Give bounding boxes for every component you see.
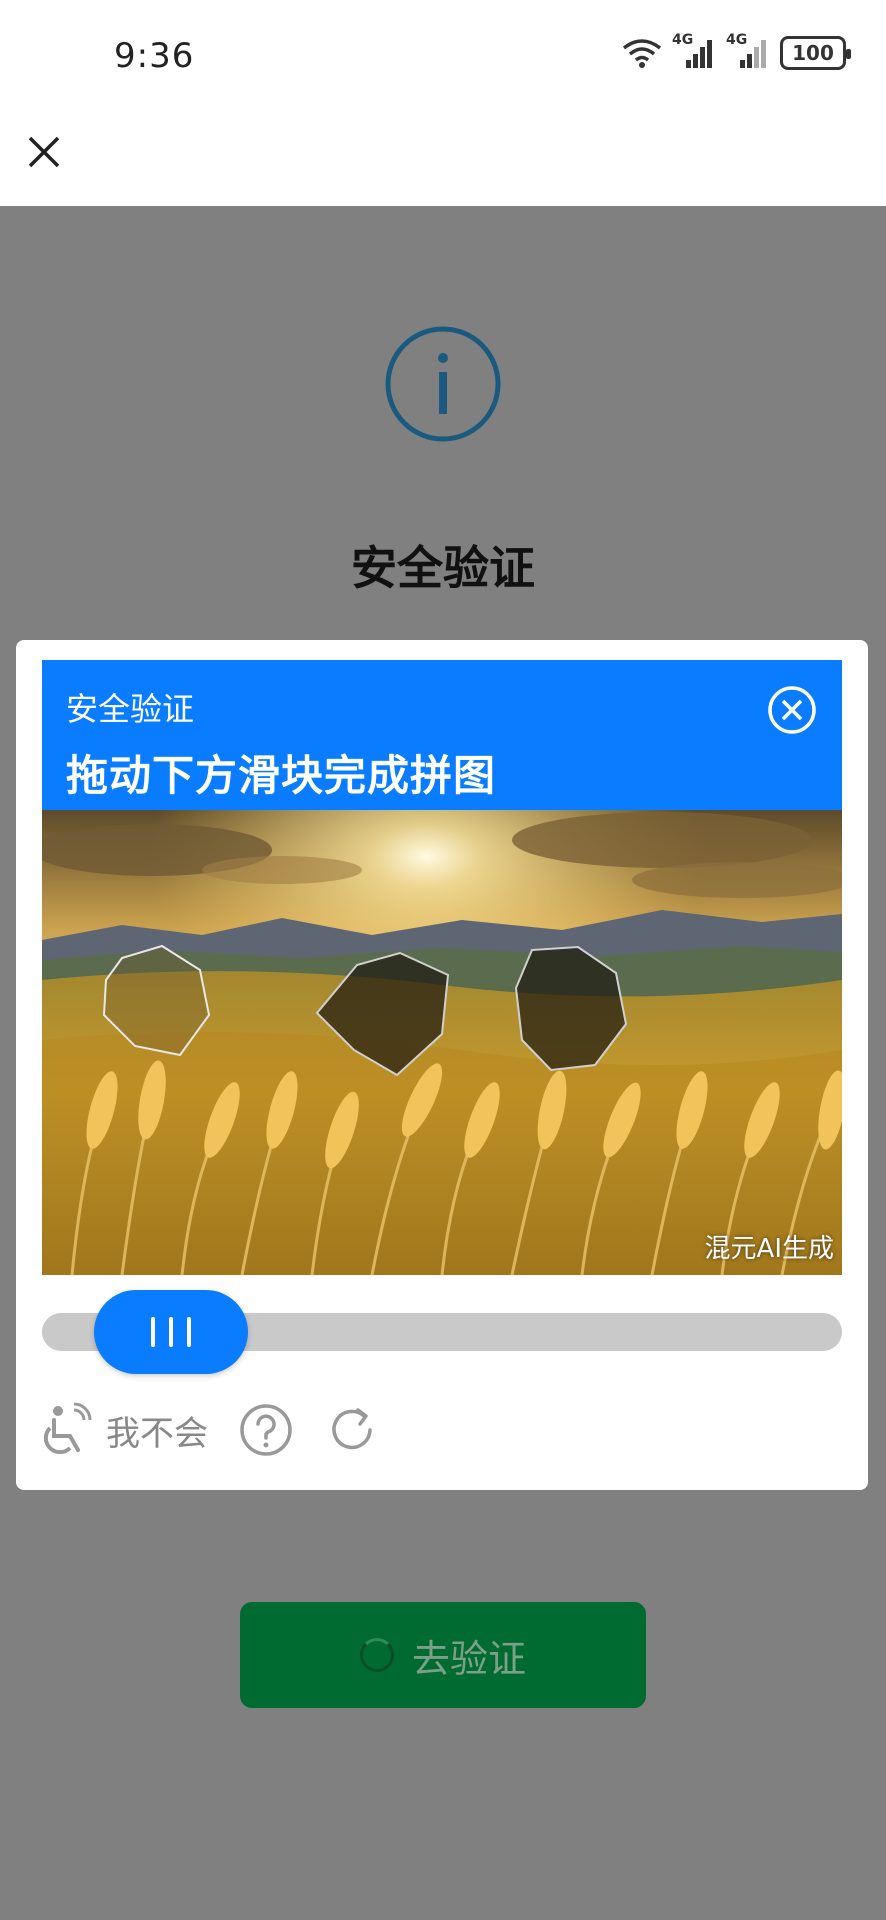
loading-spinner-icon bbox=[359, 1638, 394, 1672]
accessibility-label: 我不会 bbox=[106, 1413, 208, 1454]
info-circle-icon bbox=[385, 326, 501, 442]
status-time: 9:36 bbox=[114, 36, 195, 76]
top-header bbox=[0, 110, 886, 206]
signal-4g-icon-2: 4G bbox=[726, 32, 770, 70]
battery-icon: 100 bbox=[780, 36, 851, 70]
accessibility-icon bbox=[43, 1402, 92, 1455]
battery-level: 100 bbox=[792, 41, 834, 65]
captcha-dialog: 安全验证 拖动下方滑块完成拼图 混元AI生成 我不会 bbox=[16, 640, 868, 1490]
page-title: 安全验证 bbox=[351, 541, 535, 595]
signal-4g-icon: 4G bbox=[672, 32, 716, 70]
status-icons: 4G 4G 100 bbox=[622, 32, 851, 70]
accessibility-button[interactable]: 我不会 bbox=[40, 1402, 208, 1458]
close-icon[interactable] bbox=[24, 132, 64, 172]
refresh-icon[interactable] bbox=[324, 1402, 380, 1458]
slider-handle[interactable] bbox=[94, 1290, 248, 1374]
captcha-title: 拖动下方滑块完成拼图 bbox=[66, 751, 497, 800]
captcha-header: 安全验证 拖动下方滑块完成拼图 bbox=[42, 660, 842, 810]
puzzle-image: 混元AI生成 bbox=[42, 810, 842, 1275]
captcha-close-icon[interactable] bbox=[766, 684, 818, 736]
verify-button[interactable]: 去验证 bbox=[240, 1602, 646, 1708]
captcha-subtitle: 安全验证 bbox=[66, 690, 195, 728]
wheat-field-image bbox=[42, 810, 842, 1275]
status-bar: 9:36 4G 4G 100 bbox=[0, 0, 886, 110]
grip-line bbox=[169, 1317, 173, 1347]
help-icon[interactable] bbox=[238, 1402, 294, 1458]
wifi-icon bbox=[622, 39, 662, 68]
grip-line bbox=[151, 1317, 155, 1347]
captcha-toolbar: 我不会 bbox=[40, 1400, 380, 1460]
verify-button-label: 去验证 bbox=[411, 1636, 526, 1681]
grip-line bbox=[187, 1317, 191, 1347]
ai-watermark: 混元AI生成 bbox=[704, 1234, 834, 1264]
